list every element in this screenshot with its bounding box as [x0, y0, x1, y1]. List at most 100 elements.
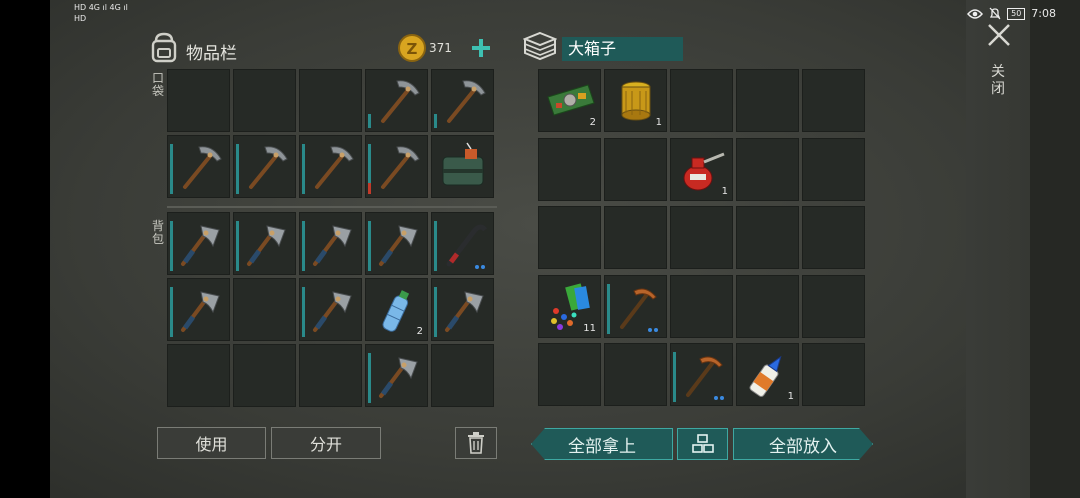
- axe-icon: [181, 291, 220, 332]
- screen-right-edge: [1030, 0, 1080, 498]
- item-icon: [676, 349, 728, 401]
- pocket-slot[interactable]: [299, 135, 362, 198]
- backpack-slot[interactable]: [365, 212, 428, 275]
- backpack-slot[interactable]: [365, 344, 428, 407]
- chest-slot[interactable]: 1: [670, 137, 733, 201]
- bomb-bag-icon: [442, 142, 484, 186]
- backpack-slot[interactable]: 2: [365, 278, 428, 341]
- add-coins-button[interactable]: [470, 37, 492, 59]
- chest-slot[interactable]: [802, 69, 865, 132]
- put-all-button[interactable]: 全部放入: [733, 428, 873, 460]
- chest-slot[interactable]: [604, 274, 667, 338]
- svg-text:Z: Z: [407, 40, 418, 58]
- chest-slot[interactable]: [736, 206, 799, 270]
- item-icon: [239, 141, 291, 193]
- backpack-slot[interactable]: [299, 344, 362, 407]
- screen-left-bezel: [0, 0, 50, 498]
- item-icon: [305, 218, 357, 270]
- mute-bell-icon: [989, 7, 1001, 20]
- pocket-slot[interactable]: [167, 69, 230, 132]
- pocket-slot[interactable]: [431, 135, 494, 198]
- pocket-slot[interactable]: [365, 69, 428, 132]
- chest-slot[interactable]: 1: [736, 343, 799, 407]
- pocket-slot[interactable]: [299, 69, 362, 132]
- backpack-slot[interactable]: [233, 344, 296, 407]
- chest-slot[interactable]: [670, 343, 733, 407]
- pocket-slot[interactable]: [365, 135, 428, 198]
- item-icon: [437, 218, 489, 270]
- backpack-slot[interactable]: [167, 212, 230, 275]
- backpack-slot[interactable]: [233, 212, 296, 275]
- chest-slot[interactable]: [670, 274, 733, 338]
- chest-slot[interactable]: [604, 137, 667, 201]
- backpack-slot[interactable]: [233, 278, 296, 341]
- backpack-slot[interactable]: [431, 212, 494, 275]
- item-icon: [610, 281, 662, 333]
- axe-icon: [379, 357, 418, 398]
- item-count: 2: [416, 326, 423, 337]
- durability-bar: [434, 221, 437, 271]
- backpack-slot[interactable]: [167, 344, 230, 407]
- pocket-section-label: 口袋: [151, 71, 164, 98]
- signal-indicators: HD 4G ıl 4G ıl: [74, 3, 128, 12]
- copper-pickaxe-icon: [620, 288, 657, 329]
- item-icon: [437, 284, 489, 336]
- chest-grid[interactable]: 2 1 1 11 1: [538, 69, 865, 409]
- chest-slot[interactable]: [604, 206, 667, 270]
- chest-slot[interactable]: [802, 206, 865, 270]
- axe-icon: [379, 225, 418, 266]
- pocket-backpack-divider: [167, 206, 497, 208]
- durability-bar-low: [368, 183, 371, 194]
- copper-pickaxe-icon: [686, 356, 723, 398]
- durability-bar: [607, 283, 610, 334]
- item-icon: [742, 349, 794, 401]
- chest-slot[interactable]: [670, 206, 733, 270]
- chest-slot[interactable]: [736, 69, 799, 132]
- upgrade-dots: [714, 396, 726, 401]
- durability-bar: [368, 221, 371, 271]
- sort-button[interactable]: [677, 428, 728, 460]
- backpack-slot[interactable]: [299, 278, 362, 341]
- chest-slot[interactable]: [538, 206, 601, 270]
- chest-slot[interactable]: [538, 343, 601, 407]
- chest-slot[interactable]: 2: [538, 69, 601, 132]
- item-icon: [544, 75, 596, 127]
- durability-bar: [302, 221, 305, 271]
- pickaxe-icon: [315, 146, 354, 189]
- close-icon[interactable]: [986, 22, 1012, 48]
- crowbar-icon: [446, 224, 488, 267]
- pocket-slot[interactable]: [167, 135, 230, 198]
- backpack-slot[interactable]: [431, 344, 494, 407]
- close-label[interactable]: 关闭: [991, 64, 1007, 98]
- coin-count: 371: [429, 41, 452, 55]
- chest-slot[interactable]: 1: [604, 69, 667, 132]
- chest-slot[interactable]: [802, 274, 865, 338]
- chest-slot[interactable]: [802, 137, 865, 201]
- pickaxe-icon: [381, 146, 420, 189]
- backpack-slot[interactable]: [431, 278, 494, 341]
- durability-bar: [368, 114, 371, 128]
- trash-button[interactable]: [455, 427, 497, 459]
- chest-slot[interactable]: [670, 69, 733, 132]
- chest-slot[interactable]: [604, 343, 667, 407]
- inventory-title: 物品栏: [186, 44, 237, 64]
- pocket-slot[interactable]: [233, 135, 296, 198]
- pocket-slot[interactable]: [431, 69, 494, 132]
- take-all-button[interactable]: 全部拿上: [531, 428, 673, 460]
- chest-slot[interactable]: [736, 137, 799, 201]
- split-button[interactable]: 分开: [271, 427, 381, 459]
- chest-slot[interactable]: [538, 137, 601, 201]
- oil-filter-icon: [621, 81, 651, 121]
- axe-icon: [313, 291, 352, 332]
- chest-slot[interactable]: [736, 274, 799, 338]
- pocket-slot[interactable]: [233, 69, 296, 132]
- chest-slot[interactable]: 11: [538, 274, 601, 338]
- pickaxe-icon: [447, 80, 486, 123]
- use-button[interactable]: 使用: [157, 427, 266, 459]
- backpack-slot[interactable]: [299, 212, 362, 275]
- chest-slot[interactable]: [802, 343, 865, 407]
- backpack-slot[interactable]: [167, 278, 230, 341]
- durability-bar: [236, 221, 239, 271]
- eye-icon: [967, 8, 984, 19]
- item-icon: [437, 141, 489, 193]
